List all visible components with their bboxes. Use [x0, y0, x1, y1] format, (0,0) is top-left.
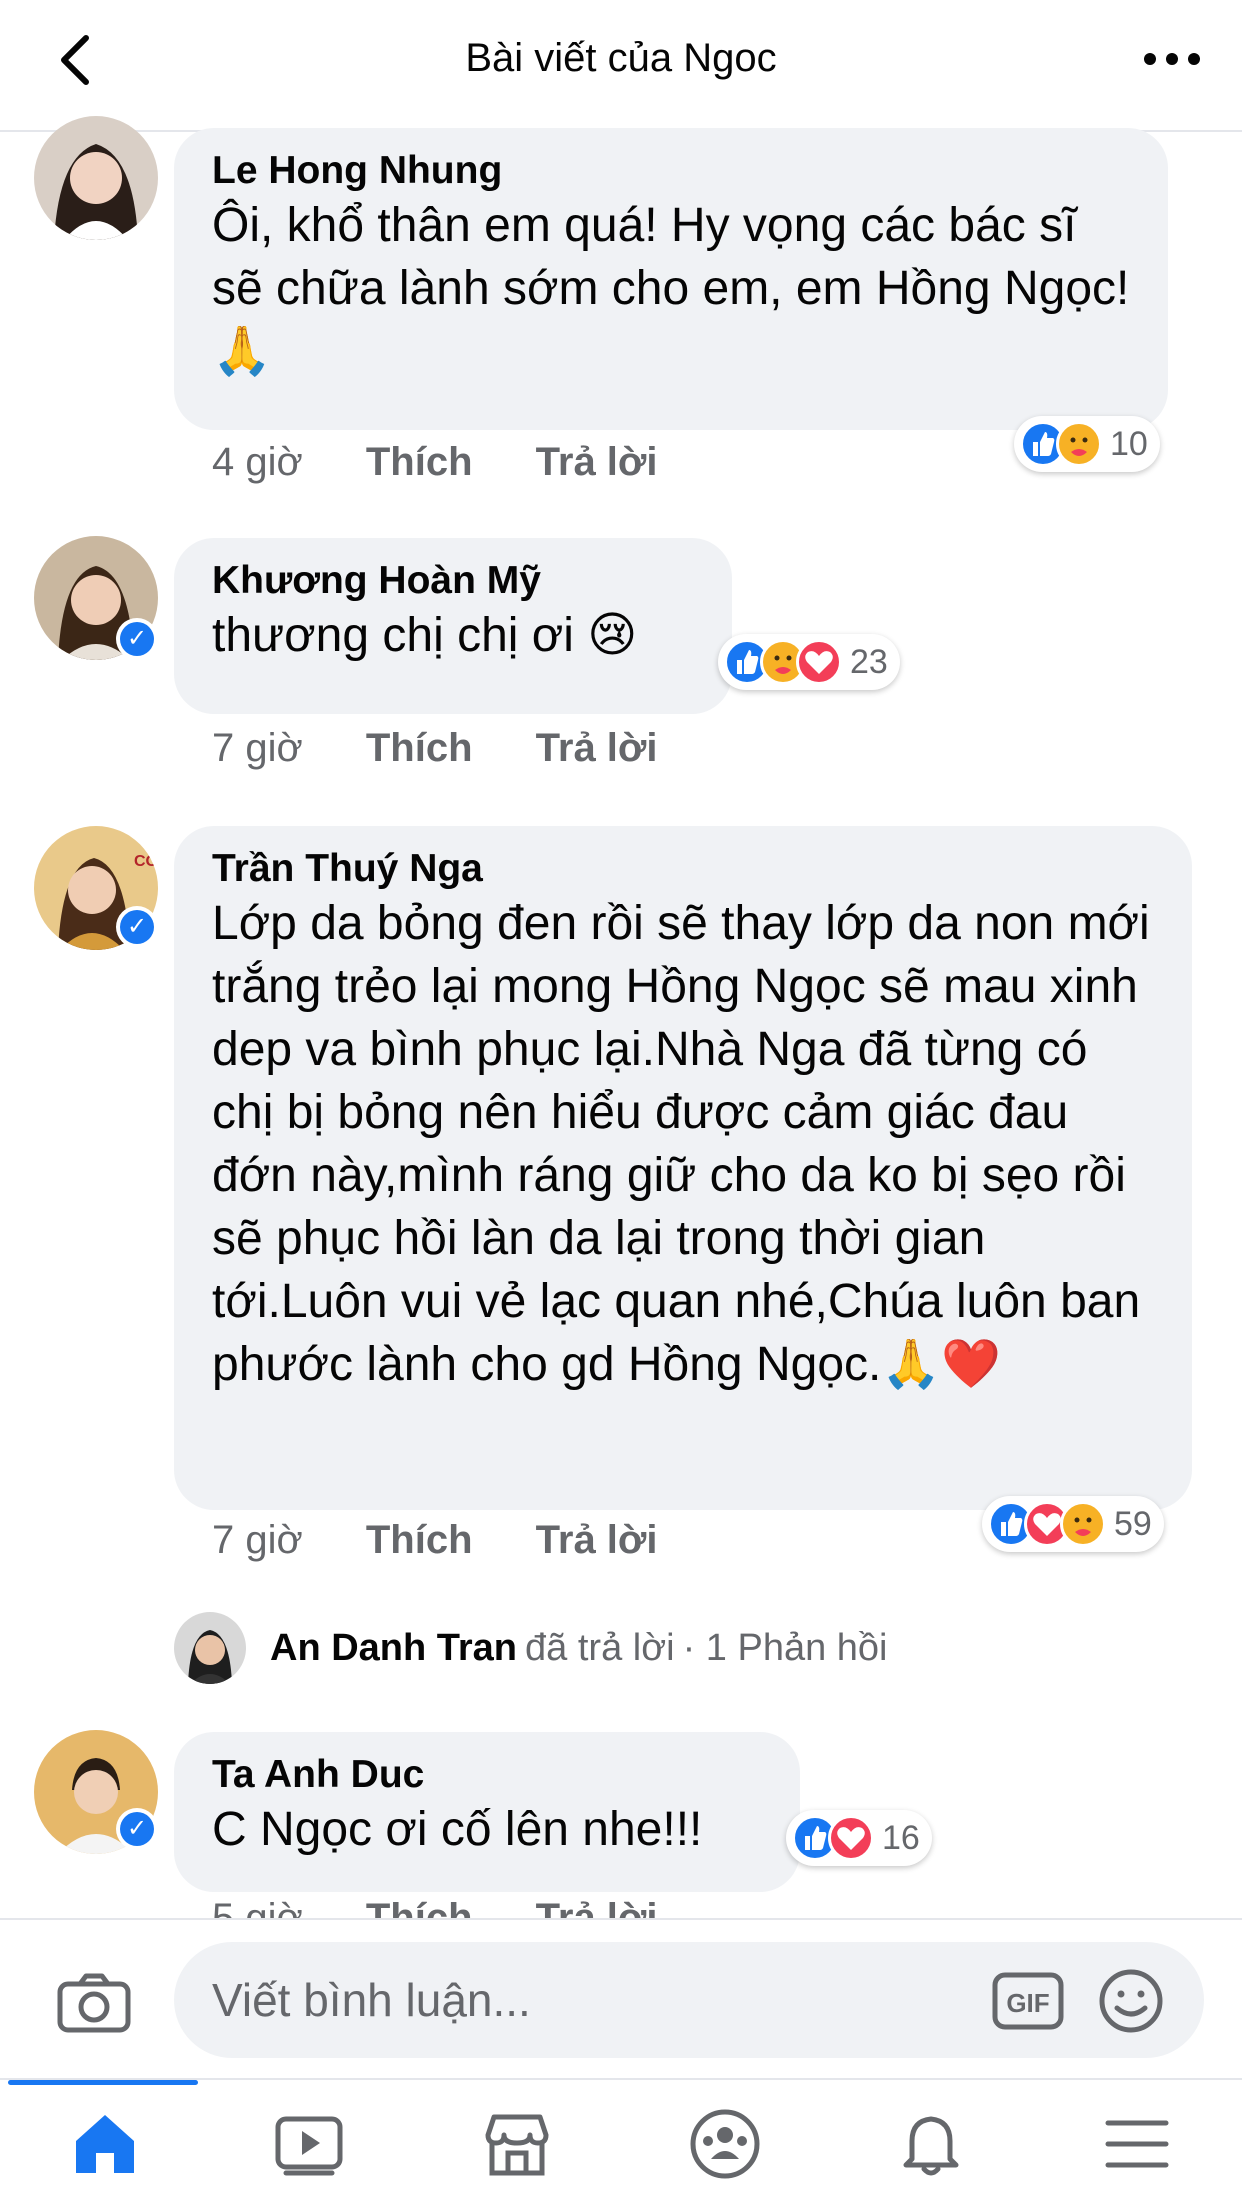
reply-action: đã trả lời [525, 1626, 675, 1669]
reply-count: · 1 Phản hồi [682, 1626, 888, 1669]
reaction-summary[interactable]: 16 [786, 1810, 932, 1866]
tab-marketplace[interactable] [472, 2104, 562, 2184]
comment-time: 7 giờ [212, 726, 303, 770]
comment-author[interactable]: Trần Thuý Nga [212, 846, 1154, 892]
like-button[interactable]: Thích [366, 1518, 473, 1562]
tab-notifications[interactable] [886, 2104, 976, 2184]
view-replies-link[interactable]: An Danh Tran đã trả lời · 1 Phản hồi [174, 1608, 888, 1688]
care-reaction-icon [1060, 1501, 1106, 1547]
comment-bubble[interactable]: Ta Anh Duc C Ngọc ơi cố lên nhe!!! [174, 1732, 800, 1892]
like-button[interactable]: Thích [366, 440, 473, 484]
comment-text: C Ngọc ơi cố lên nhe!!! [212, 1803, 703, 1856]
camera-icon[interactable] [56, 1972, 132, 2034]
menu-icon [1105, 2120, 1169, 2168]
care-reaction-icon [1056, 421, 1102, 467]
more-dots-icon[interactable] [1142, 44, 1202, 74]
avatar[interactable] [34, 116, 158, 240]
reaction-count: 10 [1110, 424, 1148, 463]
comment-actions: 5 giờ Thích Trả lời [212, 1896, 709, 1918]
groups-icon [690, 2109, 760, 2179]
comment-text: Ôi, khổ thân em quá! Hy vọng các bác sĩ … [212, 199, 1130, 378]
reply-button[interactable]: Trả lời [536, 1518, 658, 1562]
like-button[interactable]: Thích [366, 1896, 473, 1918]
home-icon [76, 2115, 134, 2173]
reaction-count: 23 [850, 642, 888, 681]
reply-button[interactable]: Trả lời [536, 1896, 658, 1918]
marketplace-icon [485, 2114, 549, 2176]
comment-bubble[interactable]: Trần Thuý Nga Lớp da bỏng đen rồi sẽ tha… [174, 826, 1192, 1510]
active-tab-indicator [8, 2080, 198, 2085]
smiley-icon[interactable] [1098, 1968, 1164, 2034]
tab-groups[interactable] [680, 2104, 770, 2184]
comment-actions: 7 giờ Thích Trả lời [212, 1518, 709, 1563]
like-button[interactable]: Thích [366, 726, 473, 770]
comment-time: 5 giờ [212, 1896, 303, 1918]
reaction-count: 16 [882, 1818, 920, 1857]
love-reaction-icon [828, 1815, 874, 1861]
comment-bubble[interactable]: Khương Hoàn Mỹ thương chị chị ơi 😢 [174, 538, 732, 714]
love-reaction-icon [796, 639, 842, 685]
svg-text:CÔ: CÔ [134, 851, 158, 870]
comment-text: Lớp da bỏng đen rồi sẽ thay lớp da non m… [212, 897, 1150, 1391]
bell-icon [903, 2116, 959, 2176]
comment-author[interactable]: Khương Hoàn Mỹ [212, 558, 694, 604]
comment-input[interactable]: Viết bình luận... GIF [174, 1942, 1204, 2058]
tab-home[interactable] [60, 2104, 150, 2184]
comment-text: thương chị chị ơi 😢 [212, 609, 638, 662]
video-icon [275, 2116, 343, 2176]
tab-menu[interactable] [1092, 2104, 1182, 2184]
top-bar: Bài viết của Ngoc [0, 0, 1242, 132]
comment-actions: 7 giờ Thích Trả lời [212, 726, 709, 771]
reply-button[interactable]: Trả lời [536, 726, 658, 770]
verified-badge: ✓ [116, 906, 158, 948]
verified-badge: ✓ [116, 1808, 158, 1850]
page-title: Bài viết của Ngoc [465, 36, 777, 80]
avatar [174, 1612, 246, 1684]
verified-badge: ✓ [116, 618, 158, 660]
bottom-tab-bar [0, 2078, 1242, 2210]
gif-icon[interactable]: GIF [992, 1972, 1064, 2030]
comment-composer: Viết bình luận... GIF [0, 1918, 1242, 2080]
comment-input-placeholder: Viết bình luận... [212, 1974, 531, 2026]
comment-author[interactable]: Le Hong Nhung [212, 148, 1130, 194]
reaction-summary[interactable]: 10 [1014, 416, 1160, 472]
tab-video[interactable] [264, 2104, 354, 2184]
reaction-summary[interactable]: 23 [718, 634, 900, 690]
comment-time: 4 giờ [212, 440, 303, 484]
comment-actions: 4 giờ Thích Trả lời [212, 440, 709, 485]
reply-button[interactable]: Trả lời [536, 440, 658, 484]
comment-time: 7 giờ [212, 1518, 303, 1562]
reaction-summary[interactable]: 59 [982, 1496, 1164, 1552]
comment-author[interactable]: Ta Anh Duc [212, 1752, 762, 1798]
gif-label: GIF [1006, 1988, 1049, 2018]
reaction-count: 59 [1114, 1504, 1152, 1543]
comment-bubble[interactable]: Le Hong Nhung Ôi, khổ thân em quá! Hy vọ… [174, 128, 1168, 430]
reply-author: An Danh Tran [270, 1626, 518, 1669]
